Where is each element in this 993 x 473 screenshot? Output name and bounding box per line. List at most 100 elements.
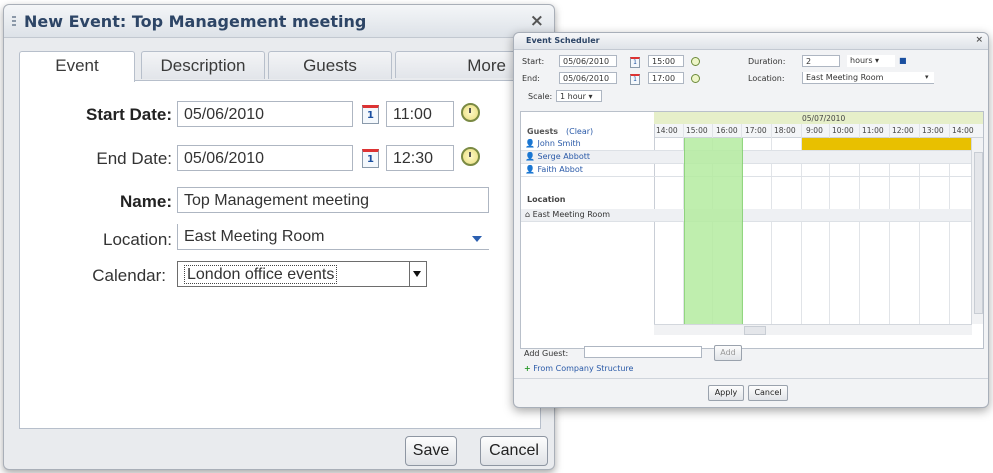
scheduler-title: Event Scheduler: [526, 36, 600, 45]
event-scheduler-dialog: Event Scheduler × Start: 05/06/2010 1 15…: [513, 32, 989, 408]
scale-label: Scale:: [528, 92, 553, 101]
select-divider: [409, 262, 410, 286]
guest-name-text: Faith Abbot: [537, 165, 583, 174]
location-name-text: East Meeting Room: [532, 210, 611, 219]
end-time-input[interactable]: 12:30: [386, 145, 454, 171]
scheduler-grid: 05/07/2010 14:00 15:00 16:00 17:00 18:00…: [520, 111, 984, 349]
scheduler-end-clock-icon[interactable]: [691, 74, 700, 83]
time-col-9: 13:00: [922, 126, 944, 135]
time-col-4: 18:00: [774, 126, 796, 135]
scheduler-start-calendar-icon[interactable]: 1: [630, 57, 640, 68]
vertical-scroll-thumb[interactable]: [974, 152, 983, 314]
calendar-select-value: London office events: [184, 265, 338, 284]
calendar-label: Calendar:: [92, 266, 166, 285]
start-clock-icon[interactable]: [461, 103, 480, 122]
scheduler-cancel-button[interactable]: Cancel: [748, 385, 788, 401]
tab-description[interactable]: Description: [141, 51, 265, 79]
start-date-label: Start Date:: [86, 105, 172, 124]
guest-name[interactable]: 👤 Faith Abbot: [525, 165, 583, 174]
scheduler-start-label: Start:: [522, 57, 545, 66]
guest-name[interactable]: 👤 Serge Abbott: [525, 152, 590, 161]
duration-input[interactable]: 2: [802, 55, 840, 67]
guest-name-text: John Smith: [537, 139, 581, 148]
scheduler-location-label: Location:: [748, 74, 785, 83]
apply-button[interactable]: Apply: [708, 385, 744, 401]
scale-select[interactable]: 1 hour ▾: [556, 90, 602, 102]
event-tab-panel: Start Date: 05/06/2010 1 11:00 End Date:…: [19, 80, 541, 429]
scheduler-titlebar[interactable]: Event Scheduler ×: [514, 33, 988, 50]
horizontal-scrollbar[interactable]: [654, 324, 972, 335]
scale-select-value: 1 hour: [560, 92, 586, 101]
duration-unit-value: hours: [850, 56, 873, 65]
location-dropdown-arrow-icon[interactable]: [472, 236, 482, 242]
guest-name-text: Serge Abbott: [537, 152, 591, 161]
scheduler-start-date[interactable]: 05/06/2010: [559, 55, 617, 67]
save-button[interactable]: Save: [405, 436, 457, 466]
scheduler-start-clock-icon[interactable]: [691, 57, 700, 66]
scheduler-location-arrow-icon[interactable]: ▾: [925, 73, 929, 81]
new-event-dialog: New Event: Top Management meeting × Even…: [3, 4, 555, 470]
time-col-10: 14:00: [952, 126, 974, 135]
start-time-input[interactable]: 11:00: [386, 101, 454, 127]
name-label: Name:: [120, 192, 172, 211]
duration-unit-select[interactable]: hours ▾: [847, 55, 895, 67]
lock-icon[interactable]: ■: [899, 56, 907, 65]
dialog-title: New Event: Top Management meeting: [24, 12, 367, 31]
location-name[interactable]: ⌂ East Meeting Room: [525, 210, 610, 219]
scheduler-end-calendar-icon[interactable]: 1: [630, 74, 640, 85]
time-col-8: 12:00: [892, 126, 914, 135]
guests-header: Guests: [527, 127, 559, 136]
start-date-input[interactable]: 05/06/2010: [177, 101, 353, 127]
from-company-structure-link[interactable]: + From Company Structure: [524, 364, 633, 373]
date-header: 05/07/2010: [802, 114, 846, 123]
time-col-2: 16:00: [716, 126, 738, 135]
location-input[interactable]: East Meeting Room: [177, 224, 489, 250]
tab-more[interactable]: More: [395, 51, 517, 78]
location-row: ⌂ East Meeting Room: [521, 209, 983, 222]
guest-name[interactable]: 👤 John Smith: [525, 139, 581, 148]
scheduler-start-time[interactable]: 15:00: [648, 55, 684, 67]
scheduler-end-time[interactable]: 17:00: [648, 72, 684, 84]
name-input[interactable]: Top Management meeting: [177, 187, 489, 213]
guest-row: 👤 Serge Abbott: [521, 151, 983, 164]
clear-link[interactable]: (Clear): [566, 127, 593, 136]
location-section-header: Location: [527, 195, 566, 204]
busy-block: [802, 138, 971, 150]
from-company-structure-text: From Company Structure: [533, 364, 634, 373]
scheduler-location-input[interactable]: East Meeting Room: [802, 72, 934, 84]
location-label: Location:: [103, 230, 172, 249]
end-clock-icon[interactable]: [461, 147, 480, 166]
plus-icon: +: [524, 364, 531, 373]
guest-row: 👤 Faith Abbot: [521, 164, 983, 177]
time-col-3: 17:00: [745, 126, 767, 135]
scheduler-end-date[interactable]: 05/06/2010: [559, 72, 617, 84]
tab-guests[interactable]: Guests: [268, 51, 392, 79]
drag-handle-icon[interactable]: [12, 16, 16, 27]
chevron-down-icon[interactable]: [413, 271, 421, 277]
tab-bar: Event Description Guests More: [19, 51, 539, 82]
end-calendar-icon[interactable]: 1: [362, 149, 379, 168]
time-col-5: 9:00: [806, 126, 823, 135]
time-col-6: 10:00: [832, 126, 854, 135]
add-guest-input[interactable]: [584, 346, 702, 358]
dialog-titlebar[interactable]: New Event: Top Management meeting ×: [4, 5, 554, 38]
time-col-0: 14:00: [656, 126, 678, 135]
time-col-7: 11:00: [862, 126, 884, 135]
calendar-select[interactable]: London office events: [177, 261, 427, 287]
selected-timeslot[interactable]: [684, 138, 743, 324]
vertical-scrollbar[interactable]: [971, 138, 983, 324]
close-icon[interactable]: ×: [530, 11, 544, 31]
horizontal-scroll-thumb[interactable]: [744, 326, 766, 335]
tab-event[interactable]: Event: [19, 51, 135, 82]
scheduler-close-icon[interactable]: ×: [975, 35, 983, 45]
cancel-button[interactable]: Cancel: [480, 436, 548, 466]
end-date-label: End Date:: [96, 149, 172, 168]
add-guest-label: Add Guest:: [524, 349, 569, 358]
start-calendar-icon[interactable]: 1: [362, 105, 379, 124]
scheduler-end-label: End:: [522, 74, 540, 83]
time-col-1: 15:00: [686, 126, 708, 135]
footer-divider: [514, 378, 988, 379]
duration-label: Duration:: [748, 57, 786, 66]
add-guest-button[interactable]: Add: [714, 345, 742, 361]
end-date-input[interactable]: 05/06/2010: [177, 145, 353, 171]
